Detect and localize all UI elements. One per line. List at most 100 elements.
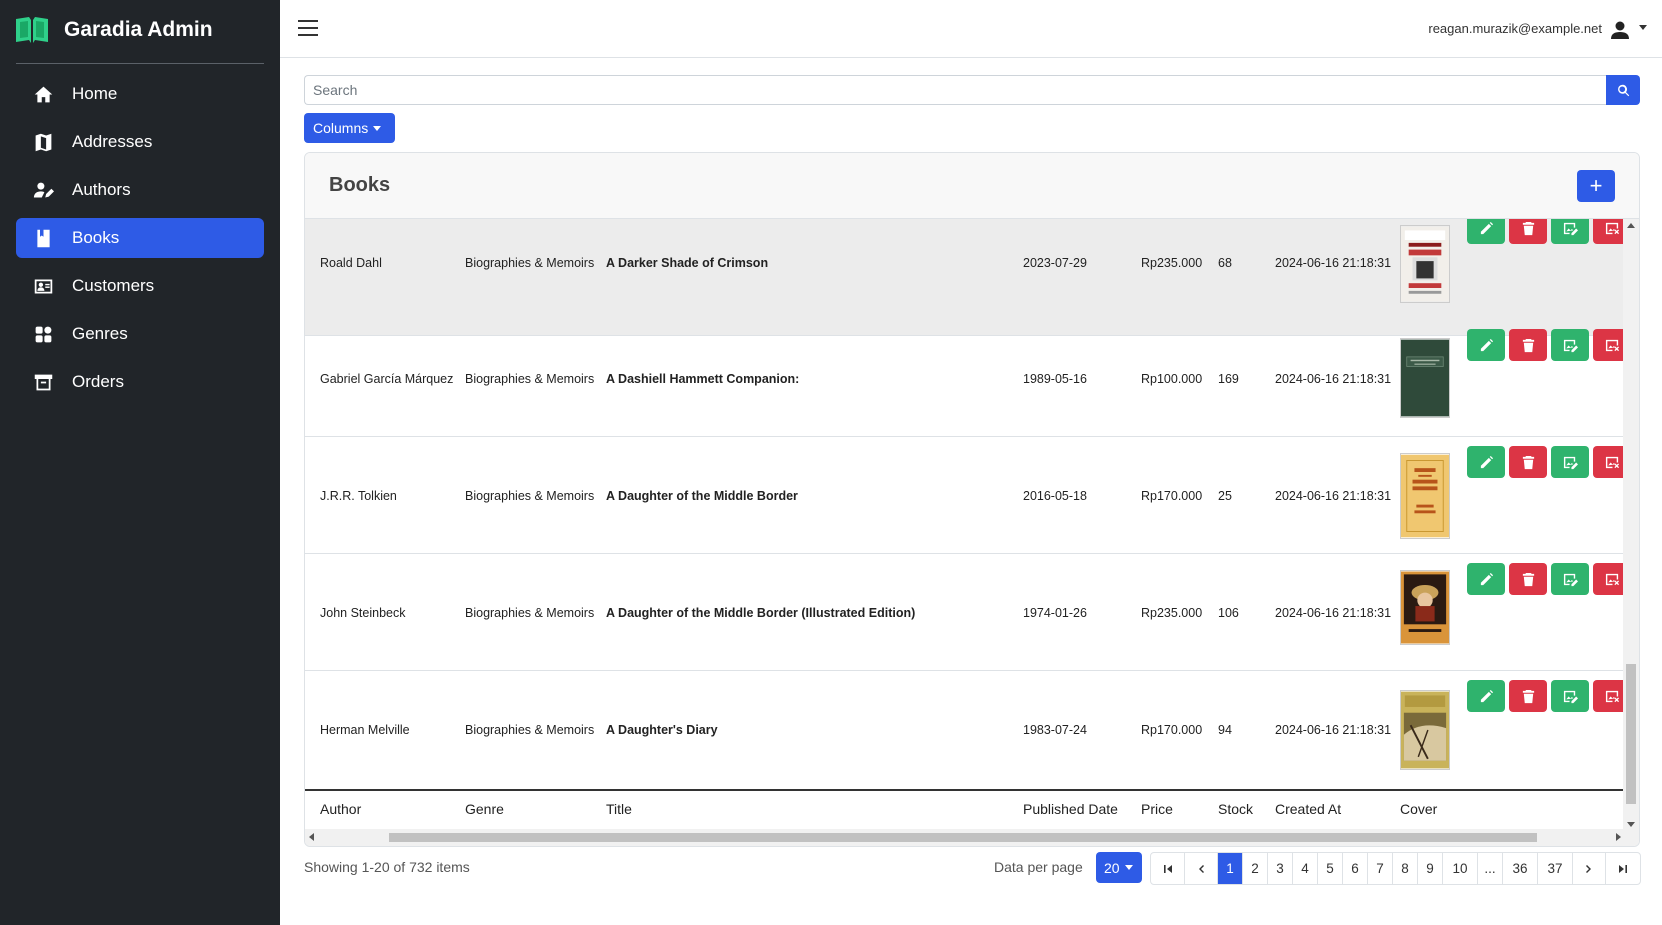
scrollbar-thumb[interactable] <box>389 833 1537 842</box>
page-button[interactable]: 1 <box>1218 853 1243 884</box>
brand[interactable]: Garadia Admin <box>0 0 280 60</box>
table-row[interactable]: Roald Dahl Biographies & Memoirs A Darke… <box>305 219 1625 336</box>
cell-author: Herman Melville <box>320 723 410 737</box>
column-header-author[interactable]: Author <box>320 801 361 817</box>
trash-icon <box>1522 689 1534 703</box>
columns-dropdown-button[interactable]: Columns <box>304 113 395 143</box>
delete-button[interactable] <box>1509 219 1547 244</box>
cell-created-at: 2024-06-16 21:18:31 <box>1275 372 1392 386</box>
scroll-up-icon[interactable] <box>1627 223 1635 228</box>
cell-title: A Daughter's Diary <box>606 723 718 737</box>
column-header-genre[interactable]: Genre <box>465 801 504 817</box>
previous-page-button[interactable] <box>1185 853 1218 884</box>
user-dropdown-caret-icon[interactable] <box>1639 25 1647 30</box>
cell-author: Gabriel García Márquez <box>320 372 454 386</box>
pencil-icon <box>1480 689 1493 702</box>
page-button[interactable]: 8 <box>1393 853 1418 884</box>
edit-button[interactable] <box>1467 446 1505 478</box>
sidebar-item-label: Books <box>72 228 120 247</box>
page-button[interactable]: 10 <box>1443 853 1478 884</box>
sidebar-item-customers[interactable]: Customers <box>16 266 264 306</box>
page-button[interactable]: 9 <box>1418 853 1443 884</box>
table-row[interactable]: Herman Melville Biographies & Memoirs A … <box>305 671 1625 789</box>
sidebar-item-books[interactable]: Books <box>16 218 264 258</box>
cell-stock: 68 <box>1218 256 1232 270</box>
delete-button[interactable] <box>1509 563 1547 595</box>
book-cover-image <box>1400 338 1450 418</box>
page-button[interactable]: 4 <box>1293 853 1318 884</box>
trash-icon <box>1522 572 1534 586</box>
delete-button[interactable] <box>1509 680 1547 712</box>
sidebar-item-home[interactable]: Home <box>16 74 264 114</box>
cell-title: A Darker Shade of Crimson <box>606 256 769 270</box>
user-icon[interactable] <box>1608 18 1632 42</box>
edit-cover-button[interactable] <box>1551 446 1589 478</box>
edit-button[interactable] <box>1467 563 1505 595</box>
next-page-button[interactable] <box>1573 853 1606 884</box>
cell-published-date: 1983-07-24 <box>1023 723 1087 737</box>
edit-cover-button[interactable] <box>1551 219 1589 244</box>
column-header-published-date[interactable]: Published Date <box>1023 801 1118 817</box>
edit-cover-button[interactable] <box>1551 680 1589 712</box>
edit-cover-button[interactable] <box>1551 329 1589 361</box>
column-header-cover[interactable]: Cover <box>1400 801 1437 817</box>
last-page-button[interactable] <box>1606 853 1640 884</box>
column-header-created-at[interactable]: Created At <box>1275 801 1341 817</box>
row-actions <box>1467 329 1625 361</box>
sidebar-item-orders[interactable]: Orders <box>16 362 264 402</box>
delete-cover-button[interactable] <box>1593 563 1625 595</box>
cell-created-at: 2024-06-16 21:18:31 <box>1275 723 1392 737</box>
page-button[interactable]: 6 <box>1343 853 1368 884</box>
remove-image-icon <box>1605 339 1619 351</box>
delete-cover-button[interactable] <box>1593 446 1625 478</box>
delete-cover-button[interactable] <box>1593 329 1625 361</box>
page-button[interactable]: 37 <box>1538 853 1573 884</box>
scrollbar-thumb[interactable] <box>1626 664 1636 804</box>
table-row[interactable]: J.R.R. Tolkien Biographies & Memoirs A D… <box>305 437 1625 554</box>
menu-toggle-icon[interactable] <box>298 20 318 36</box>
delete-cover-button[interactable] <box>1593 219 1625 244</box>
cell-stock: 106 <box>1218 606 1239 620</box>
edit-button[interactable] <box>1467 219 1505 244</box>
delete-button[interactable] <box>1509 329 1547 361</box>
row-actions <box>1467 219 1625 244</box>
edit-cover-button[interactable] <box>1551 563 1589 595</box>
per-page-select[interactable]: 20 <box>1096 852 1142 883</box>
column-header-stock[interactable]: Stock <box>1218 801 1253 817</box>
page-button[interactable]: 3 <box>1268 853 1293 884</box>
pagination-summary: Showing 1-20 of 732 items <box>304 859 470 875</box>
page-button[interactable]: 5 <box>1318 853 1343 884</box>
sidebar-item-authors[interactable]: Authors <box>16 170 264 210</box>
delete-button[interactable] <box>1509 446 1547 478</box>
add-book-button[interactable]: + <box>1577 170 1615 202</box>
table-row[interactable]: Gabriel García Márquez Biographies & Mem… <box>305 320 1625 437</box>
first-page-button[interactable] <box>1151 853 1185 884</box>
scroll-left-icon[interactable] <box>309 833 314 841</box>
edit-image-icon <box>1563 573 1578 586</box>
horizontal-scrollbar[interactable] <box>305 829 1639 846</box>
cell-genre: Biographies & Memoirs <box>465 256 595 270</box>
table-row[interactable]: John Steinbeck Biographies & Memoirs A D… <box>305 554 1625 671</box>
cell-published-date: 1974-01-26 <box>1023 606 1087 620</box>
cell-created-at: 2024-06-16 21:18:31 <box>1275 256 1392 270</box>
vertical-scrollbar[interactable] <box>1623 219 1639 831</box>
page-button[interactable]: 7 <box>1368 853 1393 884</box>
page-button[interactable]: 2 <box>1243 853 1268 884</box>
delete-cover-button[interactable] <box>1593 680 1625 712</box>
edit-button[interactable] <box>1467 680 1505 712</box>
sidebar-item-genres[interactable]: Genres <box>16 314 264 354</box>
sidebar-item-addresses[interactable]: Addresses <box>16 122 264 162</box>
first-page-icon <box>1163 864 1172 873</box>
column-header-price[interactable]: Price <box>1141 801 1173 817</box>
page-button[interactable]: 36 <box>1503 853 1538 884</box>
scroll-right-icon[interactable] <box>1616 833 1621 841</box>
chevron-down-icon <box>373 125 382 131</box>
edit-button[interactable] <box>1467 329 1505 361</box>
search-button[interactable] <box>1606 75 1640 105</box>
cell-genre: Biographies & Memoirs <box>465 372 595 386</box>
edit-image-icon <box>1563 690 1578 703</box>
search-input[interactable] <box>304 75 1606 105</box>
scroll-down-icon[interactable] <box>1627 822 1635 827</box>
app-title: Garadia Admin <box>64 18 213 41</box>
column-header-title[interactable]: Title <box>606 801 632 817</box>
